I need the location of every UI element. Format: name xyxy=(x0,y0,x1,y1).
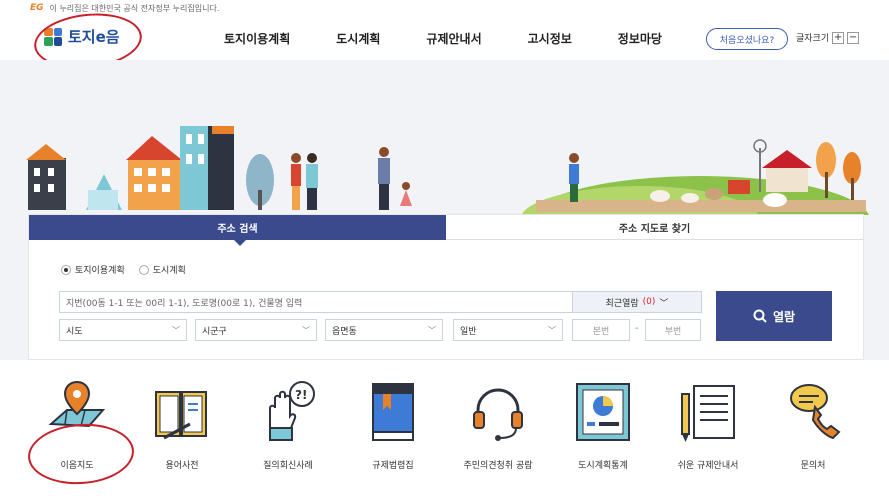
radio-urban-plan[interactable]: 도시계획 xyxy=(138,263,186,276)
radio-checked-icon xyxy=(61,264,71,275)
phone-chat-icon xyxy=(781,380,845,444)
search-tabs: 주소 검색 주소 지도로 찾기 xyxy=(29,215,863,246)
service-glossary[interactable]: 용어사전 xyxy=(137,380,227,471)
quick-services: 이음지도 용어사전 ?! 질의회신사례 규제법령집 주민의견청취 공람 도시계획… xyxy=(0,380,889,496)
recent-count: (0) xyxy=(642,297,656,307)
law-book-icon xyxy=(361,380,425,444)
address-search-panel: 주소 검색 주소 지도로 찾기 토지이용계획 도시계획 지번(00동 1-1 또… xyxy=(28,214,864,360)
select-sigungu[interactable]: 시군구 ﹀ xyxy=(195,319,317,341)
select-sido[interactable]: 시도 ﹀ xyxy=(59,319,187,341)
document-pencil-icon xyxy=(676,380,740,444)
nav-land-use-plan[interactable]: 토지이용계획 xyxy=(224,30,290,47)
search-icon xyxy=(753,309,767,323)
nav-urban-plan[interactable]: 도시계획 xyxy=(336,30,380,47)
nav-regulation-guide[interactable]: 규제안내서 xyxy=(426,30,481,47)
gov-notice-bar: EG 이 누리집은 대한민국 공식 전자정부 누리집입니다. xyxy=(0,0,889,16)
chevron-down-icon: ﹀ xyxy=(302,325,310,335)
tab-address-search[interactable]: 주소 검색 xyxy=(29,215,446,246)
nav-info-square[interactable]: 정보마당 xyxy=(618,30,662,47)
book-icon xyxy=(150,380,214,444)
chevron-down-icon: ﹀ xyxy=(428,325,436,335)
bubeon-input[interactable]: 부번 xyxy=(645,319,701,341)
chevron-down-icon: ﹀ xyxy=(548,325,556,335)
select-eupmyeondong[interactable]: 읍면동 ﹀ xyxy=(325,319,443,341)
gov-notice-text: 이 누리집은 대한민국 공식 전자정부 누리집입니다. xyxy=(49,3,220,13)
service-urban-statistics[interactable]: 도시계획통계 xyxy=(558,380,648,471)
service-qna-cases[interactable]: ?! 질의회신사례 xyxy=(243,380,333,471)
font-size-label: 글자크기 xyxy=(796,34,830,44)
service-easy-regulation-guide[interactable]: 쉬운 규제안내서 xyxy=(663,380,753,471)
headset-icon xyxy=(466,380,530,444)
select-land-type[interactable]: 일반 ﹀ xyxy=(453,319,563,341)
search-type-radios: 토지이용계획 도시계획 xyxy=(61,263,186,276)
chevron-down-icon: ﹀ xyxy=(659,298,669,309)
chevron-down-icon: ﹀ xyxy=(172,325,180,335)
font-size-control: 글자크기 + − xyxy=(796,31,860,44)
radio-unchecked-icon xyxy=(138,264,149,275)
font-decrease-button[interactable]: − xyxy=(847,31,860,44)
address-input[interactable]: 지번(00동 1-1 또는 00리 1-1), 도로명(00로 1), 건물명 … xyxy=(59,291,573,313)
main-nav: 토지이용계획 도시계획 규제안내서 고시정보 정보마당 xyxy=(224,16,708,60)
radio-land-use-plan[interactable]: 토지이용계획 xyxy=(61,263,125,276)
bonbeon-input[interactable]: 본번 xyxy=(572,319,630,341)
first-visit-button[interactable]: 처음오셨나요? xyxy=(706,28,788,50)
number-separator: - xyxy=(635,323,639,334)
service-public-hearing[interactable]: 주민의견청취 공람 xyxy=(453,380,543,471)
tab-find-by-map[interactable]: 주소 지도로 찾기 xyxy=(446,215,863,240)
font-increase-button[interactable]: + xyxy=(832,31,845,44)
egov-logo: EG xyxy=(30,3,44,13)
raised-hand-question-icon: ?! xyxy=(256,380,320,444)
statistics-chart-icon xyxy=(571,380,635,444)
service-regulation-laws[interactable]: 규제법령집 xyxy=(348,380,438,471)
svg-text:?!: ?! xyxy=(295,388,307,402)
view-button[interactable]: 열람 xyxy=(716,291,832,341)
nav-notice-info[interactable]: 고시정보 xyxy=(528,30,572,47)
service-contact[interactable]: 문의처 xyxy=(768,380,858,471)
recent-view-dropdown[interactable]: 최근열람 (0) ﹀ xyxy=(572,291,702,313)
hero-illustration xyxy=(26,126,869,215)
